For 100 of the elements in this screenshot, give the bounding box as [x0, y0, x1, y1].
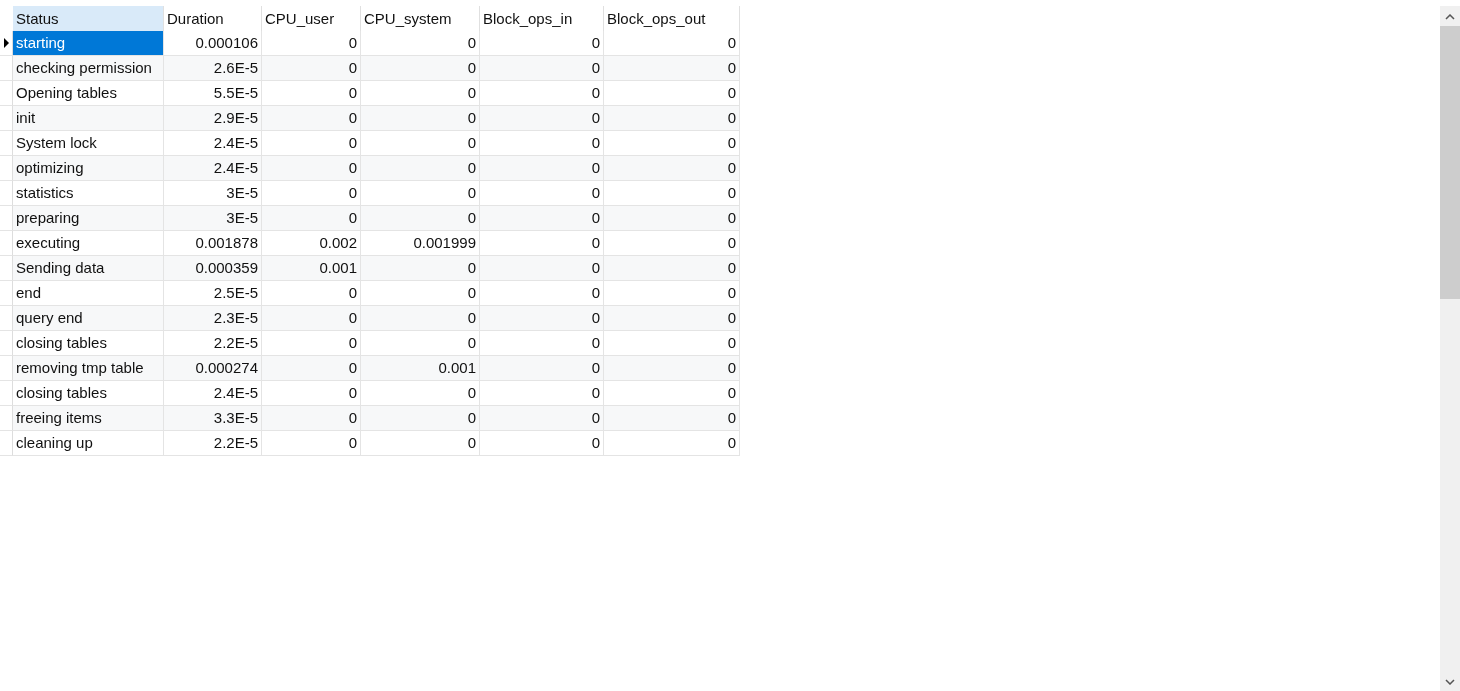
table-cell[interactable]: 0 — [480, 281, 604, 306]
table-cell[interactable]: 0 — [604, 356, 740, 381]
table-cell[interactable]: 0 — [361, 256, 480, 281]
table-cell[interactable]: 0 — [604, 281, 740, 306]
table-cell[interactable]: 2.4E-5 — [164, 156, 262, 181]
table-cell[interactable]: 0 — [480, 81, 604, 106]
table-cell[interactable]: 0 — [480, 156, 604, 181]
table-cell[interactable]: 3.3E-5 — [164, 406, 262, 431]
table-cell[interactable]: 0 — [604, 181, 740, 206]
table-cell[interactable]: 0 — [604, 131, 740, 156]
table-cell[interactable]: 0 — [361, 381, 480, 406]
scroll-up-icon[interactable] — [1445, 14, 1455, 20]
table-cell[interactable]: 0 — [361, 131, 480, 156]
table-cell[interactable]: 3E-5 — [164, 181, 262, 206]
table-cell[interactable]: 0.002 — [262, 231, 361, 256]
table-cell[interactable]: 0 — [361, 406, 480, 431]
table-cell[interactable]: 0.000106 — [164, 31, 262, 56]
table-cell[interactable]: 0 — [262, 181, 361, 206]
table-cell[interactable]: 2.9E-5 — [164, 106, 262, 131]
table-cell[interactable]: 2.3E-5 — [164, 306, 262, 331]
table-cell[interactable]: end — [13, 281, 164, 306]
table-cell[interactable]: 0 — [480, 131, 604, 156]
table-cell[interactable]: 0 — [262, 31, 361, 56]
table-cell[interactable]: checking permission — [13, 56, 164, 81]
table-cell[interactable]: 3E-5 — [164, 206, 262, 231]
table-cell[interactable]: 0 — [480, 431, 604, 456]
table-cell[interactable]: 0 — [262, 156, 361, 181]
table-cell[interactable]: 0 — [262, 281, 361, 306]
table-cell[interactable]: 0 — [262, 106, 361, 131]
column-header[interactable]: Status — [13, 6, 164, 31]
table-cell[interactable]: 0.001 — [361, 356, 480, 381]
table-cell[interactable]: 2.4E-5 — [164, 381, 262, 406]
table-cell[interactable]: 0 — [361, 306, 480, 331]
table-cell[interactable]: 0.000274 — [164, 356, 262, 381]
table-cell[interactable]: 0 — [361, 181, 480, 206]
scroll-down-icon[interactable] — [1445, 679, 1455, 685]
table-cell[interactable]: closing tables — [13, 381, 164, 406]
table-cell[interactable]: init — [13, 106, 164, 131]
table-cell[interactable]: 0 — [262, 206, 361, 231]
table-cell[interactable]: 0 — [480, 31, 604, 56]
table-cell[interactable]: 2.6E-5 — [164, 56, 262, 81]
table-cell[interactable]: 0 — [604, 81, 740, 106]
table-cell[interactable]: 0 — [480, 106, 604, 131]
table-cell[interactable]: statistics — [13, 181, 164, 206]
table-cell[interactable]: 0 — [361, 331, 480, 356]
table-cell[interactable]: removing tmp table — [13, 356, 164, 381]
table-cell[interactable]: 2.2E-5 — [164, 331, 262, 356]
table-cell[interactable]: 0 — [480, 206, 604, 231]
table-cell[interactable]: 0 — [262, 81, 361, 106]
table-cell[interactable]: 0 — [480, 256, 604, 281]
table-cell[interactable]: preparing — [13, 206, 164, 231]
table-cell[interactable]: starting — [13, 31, 164, 56]
table-cell[interactable]: 0 — [480, 356, 604, 381]
table-cell[interactable]: 0 — [604, 381, 740, 406]
table-cell[interactable]: 0 — [361, 206, 480, 231]
table-cell[interactable]: 0 — [604, 156, 740, 181]
table-cell[interactable]: 0 — [480, 331, 604, 356]
table-cell[interactable]: 2.5E-5 — [164, 281, 262, 306]
table-cell[interactable]: 0 — [480, 181, 604, 206]
table-cell[interactable]: cleaning up — [13, 431, 164, 456]
table-cell[interactable]: 0 — [604, 231, 740, 256]
table-cell[interactable]: 0 — [604, 256, 740, 281]
table-cell[interactable]: System lock — [13, 131, 164, 156]
table-cell[interactable]: 0 — [604, 31, 740, 56]
table-cell[interactable]: 0 — [361, 156, 480, 181]
table-cell[interactable]: 0.001 — [262, 256, 361, 281]
table-cell[interactable]: 0 — [480, 406, 604, 431]
table-cell[interactable]: 0 — [361, 31, 480, 56]
table-cell[interactable]: 0.000359 — [164, 256, 262, 281]
table-cell[interactable]: 0 — [361, 431, 480, 456]
table-cell[interactable]: Opening tables — [13, 81, 164, 106]
table-cell[interactable]: 0 — [480, 306, 604, 331]
table-cell[interactable]: 0 — [361, 56, 480, 81]
table-cell[interactable]: 0 — [262, 306, 361, 331]
table-cell[interactable]: freeing items — [13, 406, 164, 431]
table-cell[interactable]: 0 — [604, 431, 740, 456]
table-cell[interactable]: closing tables — [13, 331, 164, 356]
table-cell[interactable]: 0 — [604, 106, 740, 131]
table-cell[interactable]: 0 — [262, 406, 361, 431]
table-cell[interactable]: 0 — [262, 381, 361, 406]
table-cell[interactable]: 5.5E-5 — [164, 81, 262, 106]
table-cell[interactable]: 0 — [262, 431, 361, 456]
table-cell[interactable]: 0.001878 — [164, 231, 262, 256]
table-cell[interactable]: query end — [13, 306, 164, 331]
scrollbar[interactable] — [1440, 6, 1460, 691]
table-cell[interactable]: 0 — [262, 331, 361, 356]
table-cell[interactable]: 0 — [480, 231, 604, 256]
table-cell[interactable]: 0 — [361, 281, 480, 306]
table-cell[interactable]: executing — [13, 231, 164, 256]
scrollbar-thumb[interactable] — [1440, 26, 1460, 299]
table-cell[interactable]: 0.001999 — [361, 231, 480, 256]
table-cell[interactable]: 0 — [480, 381, 604, 406]
table-cell[interactable]: 0 — [604, 331, 740, 356]
table-cell[interactable]: 0 — [604, 206, 740, 231]
table-cell[interactable]: 0 — [604, 306, 740, 331]
table-cell[interactable]: 2.4E-5 — [164, 131, 262, 156]
table-cell[interactable]: 0 — [361, 81, 480, 106]
table-cell[interactable]: 0 — [262, 56, 361, 81]
table-cell[interactable]: 0 — [604, 56, 740, 81]
table-cell[interactable]: 0 — [604, 406, 740, 431]
